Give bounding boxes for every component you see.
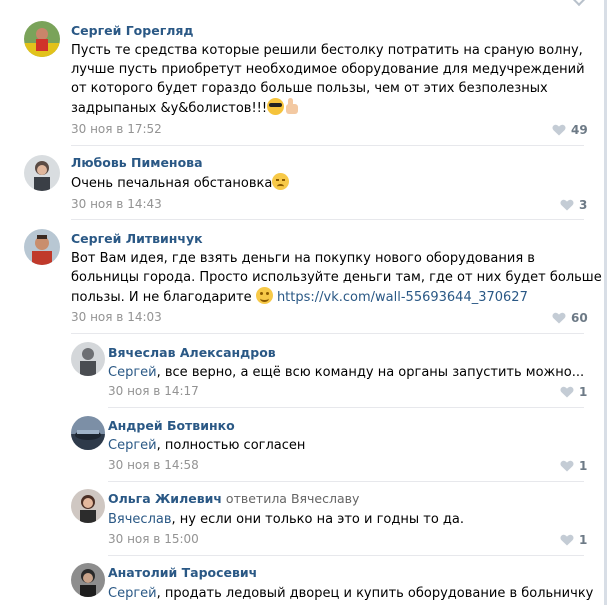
like-count: 49 bbox=[571, 123, 588, 137]
reply-text-body: , продать ледовый дворец и купить оборуд… bbox=[156, 586, 594, 601]
comment-timestamp[interactable]: 30 ноя в 14:03 bbox=[71, 310, 162, 324]
avatar[interactable] bbox=[71, 416, 105, 450]
comment-text-line: пользы. И не благодарите https://vk.com/… bbox=[71, 287, 602, 307]
reply-text-body: , ну если они только на это и годны то д… bbox=[171, 512, 464, 527]
comment-text-fragment: задрыпаных &у&болистов!!! bbox=[71, 101, 268, 116]
comment-text-line: лучше пусть приобретут необходимое обору… bbox=[71, 62, 585, 77]
mention-link[interactable]: Вячеслав bbox=[108, 512, 172, 527]
reply-text-body: , полностью согласен bbox=[156, 438, 306, 453]
heart-icon bbox=[552, 124, 566, 136]
like-button[interactable]: 60 bbox=[552, 311, 588, 325]
comment-text-fragment: Очень печальная обстановка bbox=[71, 176, 273, 191]
mention-link[interactable]: Сергей bbox=[108, 438, 157, 453]
heart-icon bbox=[552, 312, 566, 324]
like-button[interactable]: 1 bbox=[560, 533, 587, 547]
comment-divider bbox=[71, 219, 584, 220]
comment-divider bbox=[71, 145, 584, 146]
thumbs-up-emoji-icon bbox=[284, 98, 300, 115]
like-count: 1 bbox=[579, 533, 588, 547]
comment-author[interactable]: Любовь Пименова bbox=[71, 155, 203, 170]
like-button[interactable]: 3 bbox=[560, 198, 587, 212]
comment-link[interactable]: https://vk.com/wall-55693644_370627 bbox=[277, 290, 528, 305]
comment-text-fragment: пользы. И не благодарите bbox=[71, 290, 252, 305]
reply-text-body: , все верно, а ещё всю команду на органы… bbox=[156, 365, 585, 380]
previous-like-icon-fragment bbox=[571, 0, 587, 7]
avatar[interactable] bbox=[24, 21, 60, 57]
reply-divider bbox=[108, 481, 584, 482]
reply-timestamp[interactable]: 30 ноя в 14:17 bbox=[108, 384, 199, 398]
heart-icon bbox=[560, 386, 574, 398]
reply-author[interactable]: Вячеслав Александров bbox=[108, 345, 276, 360]
comment-text-line: Очень печальная обстановка bbox=[71, 173, 290, 193]
avatar[interactable] bbox=[24, 155, 60, 191]
comment-text-line: от которого будет гораздо больше пользы,… bbox=[71, 81, 548, 96]
reply-text: Сергей, продать ледовый дворец и купить … bbox=[108, 584, 593, 603]
like-count: 60 bbox=[571, 311, 588, 325]
reply-to-label: ответила Вячеславу bbox=[221, 491, 360, 506]
reply-divider bbox=[108, 555, 584, 556]
reply-timestamp[interactable]: 30 ноя в 14:58 bbox=[108, 458, 199, 472]
smile-emoji-icon bbox=[255, 287, 273, 304]
like-count: 1 bbox=[579, 385, 588, 399]
avatar[interactable] bbox=[71, 489, 105, 523]
reply-text: Вячеслав, ну если они только на это и го… bbox=[108, 510, 464, 529]
comment-text-line: Вот Вам идея, где взять деньги на покупк… bbox=[71, 251, 535, 266]
comment-author[interactable]: Сергей Литвинчук bbox=[71, 231, 203, 246]
heart-icon bbox=[560, 534, 574, 546]
reply-to-prefix: ответила bbox=[221, 491, 291, 506]
sunglasses-emoji-icon bbox=[267, 98, 285, 115]
heart-icon bbox=[560, 199, 574, 211]
heart-icon bbox=[560, 460, 574, 472]
reply-text: Сергей, все верно, а ещё всю команду на … bbox=[108, 363, 584, 382]
sad-face-emoji-icon bbox=[272, 173, 290, 190]
comment-text: Пусть те средства которые решили бестолк… bbox=[71, 41, 585, 118]
comment-text: Очень печальная обстановка bbox=[71, 173, 290, 193]
mention-link[interactable]: Сергей bbox=[108, 586, 157, 601]
comment-text-line: Пусть те средства которые решили бестолк… bbox=[71, 43, 583, 58]
comment-timestamp[interactable]: 30 ноя в 14:43 bbox=[71, 197, 162, 211]
avatar[interactable] bbox=[71, 342, 105, 376]
comment-timestamp[interactable]: 30 ноя в 17:52 bbox=[71, 122, 162, 136]
like-count: 1 bbox=[579, 459, 588, 473]
reply-divider bbox=[108, 407, 584, 408]
avatar[interactable] bbox=[24, 229, 60, 265]
reply-author[interactable]: Ольга Жилевич ответила Вячеславу bbox=[108, 491, 359, 506]
like-button[interactable]: 1 bbox=[560, 459, 587, 473]
mention-link[interactable]: Сергей bbox=[108, 365, 157, 380]
reply-to-name[interactable]: Вячеславу bbox=[291, 491, 359, 506]
reply-timestamp[interactable]: 30 ноя в 15:00 bbox=[108, 532, 199, 546]
like-button[interactable]: 49 bbox=[552, 123, 588, 137]
comment-text-line: больницы города. Просто используйте день… bbox=[71, 270, 602, 285]
like-button[interactable]: 1 bbox=[560, 385, 587, 399]
like-count: 3 bbox=[579, 198, 588, 212]
reply-author-name[interactable]: Ольга Жилевич bbox=[108, 491, 222, 506]
comment-divider bbox=[71, 333, 584, 334]
reply-author[interactable]: Андрей Ботвинко bbox=[108, 418, 235, 433]
reply-text: Сергей, полностью согласен bbox=[108, 436, 305, 455]
comment-text-line: задрыпаных &у&болистов!!! bbox=[71, 98, 585, 118]
reply-author[interactable]: Анатолий Таросевич bbox=[108, 565, 257, 580]
avatar[interactable] bbox=[71, 563, 105, 597]
comment-text: Вот Вам идея, где взять деньги на покупк… bbox=[71, 249, 602, 307]
previous-comment-cutoff bbox=[0, 0, 604, 7]
comment-author[interactable]: Сергей Горегляд bbox=[71, 23, 194, 38]
